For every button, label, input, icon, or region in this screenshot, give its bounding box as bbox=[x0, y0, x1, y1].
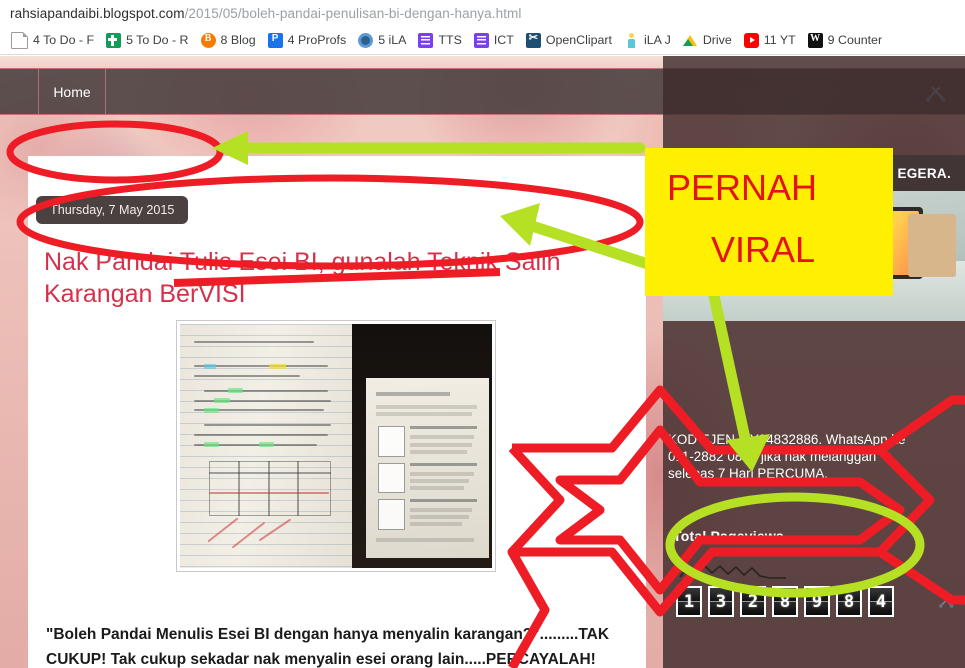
post-title-text: Nak Pandai Tulis Esei BI, gunalah Teknik… bbox=[44, 248, 561, 308]
grid-icon bbox=[418, 32, 434, 48]
w-icon bbox=[807, 32, 823, 48]
drive-icon bbox=[682, 33, 698, 48]
counter-digit: 3 bbox=[708, 586, 734, 617]
post-title[interactable]: Nak Pandai Tulis Esei BI, gunalah Teknik… bbox=[44, 246, 604, 310]
pageviews-sparkline-icon bbox=[679, 563, 786, 579]
sidebar-ad-text: KOD EJEN MY94832886. WhatsApp ke 011-288… bbox=[668, 432, 920, 482]
bookmark-item[interactable]: Drive bbox=[678, 28, 737, 52]
pageviews-counter: 1 3 2 8 9 8 4 bbox=[676, 586, 894, 617]
nav-item-home[interactable]: Home bbox=[38, 69, 106, 114]
post-image[interactable] bbox=[176, 320, 496, 572]
proprofs-icon bbox=[267, 32, 283, 48]
bookmark-label: 5 To Do - R bbox=[126, 33, 189, 47]
person-icon bbox=[624, 32, 639, 48]
grid-icon bbox=[473, 32, 489, 48]
notebook-page bbox=[180, 324, 352, 568]
url-domain: rahsiapandaibi.blogspot.com bbox=[10, 5, 185, 21]
sidebar-settings-tools-icon[interactable] bbox=[938, 594, 955, 609]
post-body-text: "Boleh Pandai Menulis Esei BI dengan han… bbox=[46, 626, 610, 668]
counter-digit: 4 bbox=[868, 586, 894, 617]
bookmark-label: Drive bbox=[702, 33, 732, 47]
bookmark-item[interactable]: TTS bbox=[413, 28, 466, 52]
youtube-icon bbox=[743, 32, 759, 48]
sheets-icon bbox=[106, 32, 122, 48]
counter-digit: 8 bbox=[836, 586, 862, 617]
scissors-icon bbox=[525, 32, 541, 48]
textbook-page bbox=[351, 324, 492, 568]
nav-home-label: Home bbox=[53, 83, 91, 100]
blogger-icon bbox=[200, 32, 216, 48]
bookmark-item[interactable]: OpenClipart bbox=[521, 28, 617, 52]
bookmark-item[interactable]: 8 Blog bbox=[196, 28, 261, 52]
bookmarks-bar[interactable]: 4 To Do - F 5 To Do - R 8 Blog 4 ProProf… bbox=[0, 26, 965, 55]
yellow-note-line1: PERNAH bbox=[667, 167, 818, 208]
bookmark-label: iLA J bbox=[643, 33, 671, 47]
screenshot-root: rahsiapandaibi.blogspot.com/2015/05/bole… bbox=[0, 0, 965, 668]
url-text[interactable]: rahsiapandaibi.blogspot.com/2015/05/bole… bbox=[10, 6, 522, 21]
ad-pencil-cup bbox=[907, 214, 956, 277]
bookmark-item[interactable]: ICT bbox=[469, 28, 519, 52]
counter-digit: 9 bbox=[804, 586, 830, 617]
bookmark-label: 8 Blog bbox=[220, 33, 256, 47]
counter-digit: 2 bbox=[740, 586, 766, 617]
bookmark-label: 9 Counter bbox=[827, 33, 883, 47]
counter-digit: 1 bbox=[676, 586, 702, 617]
yellow-note-line2: VIRAL bbox=[711, 229, 816, 270]
circle-avatar-icon bbox=[358, 32, 374, 48]
bookmark-label: 5 iLA bbox=[378, 33, 407, 47]
yellow-annotation-note: PERNAH VIRAL bbox=[645, 148, 893, 296]
document-icon bbox=[11, 31, 28, 49]
post-image-inner bbox=[180, 324, 492, 568]
bookmark-item[interactable]: 5 To Do - R bbox=[101, 28, 193, 52]
url-path: /2015/05/boleh-pandai-penulisan-bi-denga… bbox=[184, 5, 522, 21]
post-body: "Boleh Pandai Menulis Esei BI dengan han… bbox=[46, 622, 636, 668]
bookmark-label: 11 YT bbox=[763, 33, 796, 47]
bookmark-item[interactable]: iLA J bbox=[619, 28, 676, 52]
sidebar-ad-text-value: KOD EJEN MY94832886. WhatsApp ke 011-288… bbox=[668, 432, 906, 481]
textbook-sheet bbox=[365, 377, 490, 559]
bookmark-item[interactable]: 9 Counter bbox=[803, 28, 887, 52]
bookmark-item[interactable]: 11 YT bbox=[739, 28, 801, 52]
counter-digit: 8 bbox=[772, 586, 798, 617]
pageviews-heading: Total Pageviews bbox=[673, 528, 784, 544]
bookmark-label: ICT bbox=[493, 33, 514, 47]
sidebar-banner-text: EGERA. bbox=[897, 165, 951, 181]
bookmark-label: TTS bbox=[438, 33, 462, 47]
bookmark-item[interactable]: 4 ProProfs bbox=[263, 28, 352, 52]
post-date-text: Thursday, 7 May 2015 bbox=[50, 203, 175, 217]
post-date-badge: Thursday, 7 May 2015 bbox=[36, 196, 189, 224]
browser-address-bar[interactable]: rahsiapandaibi.blogspot.com/2015/05/bole… bbox=[0, 0, 965, 27]
bookmark-item[interactable]: 5 iLA bbox=[353, 28, 411, 52]
pageviews-heading-text: Total Pageviews bbox=[673, 528, 784, 544]
bookmark-item[interactable]: 4 To Do - F bbox=[6, 28, 99, 52]
bookmark-label: 4 ProProfs bbox=[287, 33, 347, 47]
bookmark-label: 4 To Do - F bbox=[33, 33, 95, 47]
bookmark-label: OpenClipart bbox=[545, 33, 612, 47]
